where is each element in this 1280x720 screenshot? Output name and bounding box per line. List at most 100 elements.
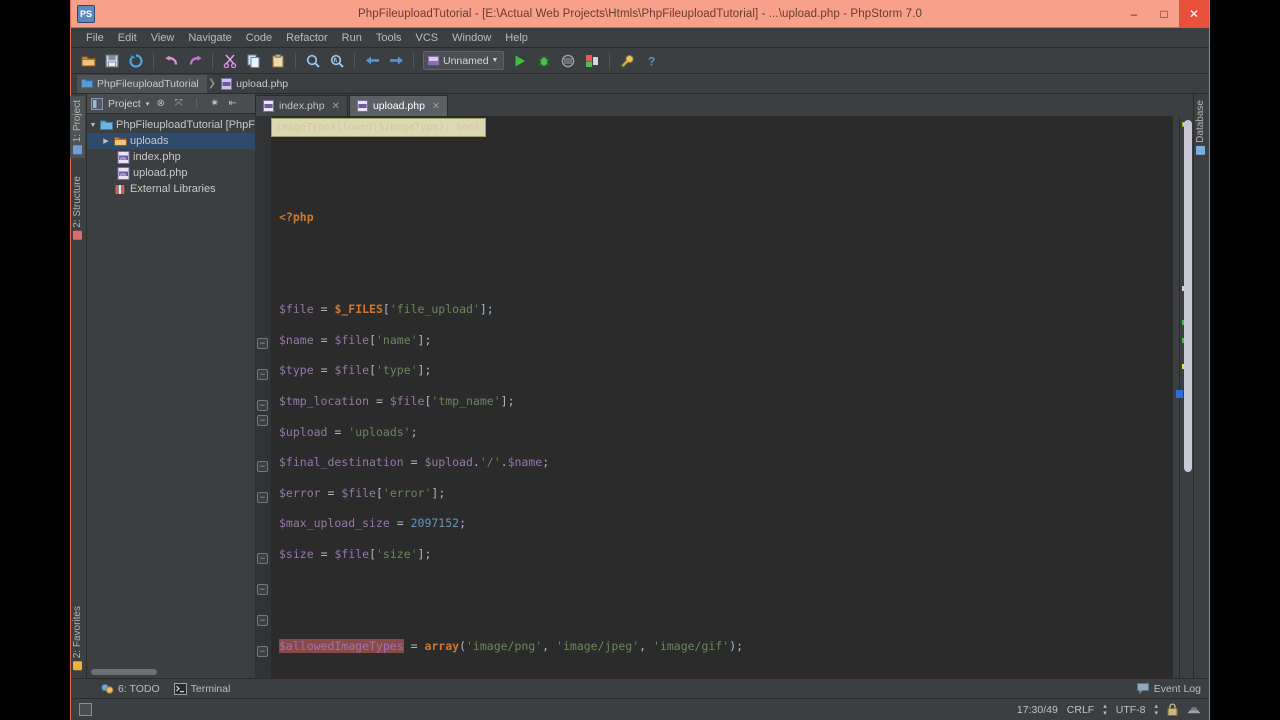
debug-icon[interactable] bbox=[533, 50, 555, 72]
title-bar: PS PhpFileuploadTutorial - [E:\Actual We… bbox=[71, 0, 1209, 28]
open-folder-icon[interactable] bbox=[77, 50, 99, 72]
close-icon[interactable]: ✕ bbox=[332, 101, 340, 112]
error-stripe[interactable] bbox=[1176, 116, 1193, 678]
event-log-icon bbox=[1136, 683, 1149, 694]
tool-window-todo[interactable]: 6: TODO bbox=[101, 683, 160, 695]
menu-window[interactable]: Window bbox=[445, 30, 498, 46]
tab-index-php[interactable]: index.php ✕ bbox=[255, 95, 348, 116]
line-separator[interactable]: CRLF bbox=[1067, 704, 1094, 716]
redo-icon[interactable] bbox=[184, 50, 206, 72]
coverage-icon[interactable] bbox=[557, 50, 579, 72]
find-icon[interactable] bbox=[302, 50, 324, 72]
fold-marker[interactable]: − bbox=[257, 415, 268, 426]
stripe-marker-selection[interactable] bbox=[1176, 390, 1183, 398]
profile-icon[interactable] bbox=[581, 50, 603, 72]
cut-icon[interactable] bbox=[219, 50, 241, 72]
status-bar-right: 17:30/49 CRLF ▴ ▾ UTF-8 ▴ ▾ bbox=[1017, 703, 1201, 717]
menu-bar: File Edit View Navigate Code Refactor Ru… bbox=[71, 28, 1209, 48]
left-tool-strip: 1: Project 2: Structure 2: Favorites bbox=[70, 94, 87, 678]
settings-gear-icon[interactable]: ✷ bbox=[208, 97, 221, 110]
encoding-spinner[interactable]: ▴ ▾ bbox=[1154, 703, 1158, 717]
caret-position[interactable]: 17:30/49 bbox=[1017, 704, 1058, 716]
project-panel-header: Project ▾ ⊗ ⤧ | ✷ ⇤ bbox=[87, 94, 255, 114]
tree-node-upload-php[interactable]: php upload.php bbox=[87, 165, 255, 181]
fold-marker[interactable]: − bbox=[257, 584, 268, 595]
fold-marker[interactable]: − bbox=[257, 400, 268, 411]
right-tool-strip: Database bbox=[1193, 94, 1209, 678]
menu-navigate[interactable]: Navigate bbox=[181, 30, 238, 46]
menu-edit[interactable]: Edit bbox=[111, 30, 144, 46]
menu-refactor[interactable]: Refactor bbox=[279, 30, 335, 46]
undo-icon[interactable] bbox=[160, 50, 182, 72]
sidebar-item-project[interactable]: 1: Project bbox=[70, 96, 85, 159]
event-log-button[interactable]: Event Log bbox=[1136, 683, 1209, 695]
breadcrumb-item-file[interactable]: upload.php bbox=[217, 75, 296, 93]
php-file-icon bbox=[263, 100, 274, 112]
close-icon[interactable]: ✕ bbox=[432, 101, 440, 112]
fold-marker[interactable]: − bbox=[257, 338, 268, 349]
save-all-icon[interactable] bbox=[101, 50, 123, 72]
tool-window-terminal[interactable]: Terminal bbox=[173, 682, 231, 695]
tree-twisty[interactable]: ▶ bbox=[101, 137, 111, 145]
sidebar-item-database[interactable]: Database bbox=[1193, 96, 1208, 159]
menu-tools[interactable]: Tools bbox=[369, 30, 409, 46]
project-panel-scrollbar[interactable] bbox=[91, 669, 157, 675]
fold-marker[interactable]: − bbox=[257, 369, 268, 380]
fold-marker[interactable]: − bbox=[257, 646, 268, 657]
breadcrumb-label: upload.php bbox=[236, 77, 289, 90]
editor-vertical-scrollbar[interactable] bbox=[1184, 120, 1192, 472]
help-icon[interactable]: ? bbox=[640, 50, 662, 72]
menu-view[interactable]: View bbox=[144, 30, 182, 46]
sidebar-item-favorites[interactable]: 2: Favorites bbox=[70, 602, 85, 674]
menu-vcs[interactable]: VCS bbox=[409, 30, 446, 46]
menu-code[interactable]: Code bbox=[239, 30, 279, 46]
code-text[interactable]: imageTypeAllowed($imageType): bool <?php… bbox=[271, 116, 1173, 678]
structure-tab-icon bbox=[73, 230, 82, 240]
lock-icon[interactable] bbox=[1167, 703, 1178, 716]
memory-indicator[interactable] bbox=[79, 703, 92, 716]
project-tree: ▼ PhpFileuploadTutorial [PhpF ▶ uploads … bbox=[87, 114, 255, 678]
phpstorm-window: PS PhpFileuploadTutorial - [E:\Actual We… bbox=[70, 0, 1210, 720]
fold-marker[interactable]: − bbox=[257, 553, 268, 564]
run-configuration-selector[interactable]: Unnamed ▼ bbox=[423, 51, 505, 70]
panel-divider: | bbox=[195, 98, 198, 109]
settings-icon[interactable] bbox=[616, 50, 638, 72]
toolbar-separator bbox=[609, 52, 611, 69]
tree-twisty[interactable]: ▼ bbox=[89, 122, 97, 129]
breadcrumb-item-project[interactable]: PhpFileuploadTutorial bbox=[77, 74, 207, 93]
file-encoding[interactable]: UTF-8 bbox=[1116, 704, 1146, 716]
editor-gutter[interactable]: − − − − − − − − − − bbox=[255, 116, 271, 678]
back-icon[interactable] bbox=[361, 50, 383, 72]
menu-file[interactable]: File bbox=[79, 30, 111, 46]
collapse-all-icon[interactable]: ⊗ bbox=[154, 97, 167, 110]
sidebar-item-structure[interactable]: 2: Structure bbox=[70, 172, 85, 244]
menu-run[interactable]: Run bbox=[335, 30, 369, 46]
hide-panel-icon[interactable]: ⇤ bbox=[226, 97, 239, 110]
line-separator-spinner[interactable]: ▴ ▾ bbox=[1103, 703, 1107, 717]
tab-upload-php[interactable]: upload.php ✕ bbox=[348, 95, 449, 116]
forward-icon[interactable] bbox=[385, 50, 407, 72]
copy-icon[interactable] bbox=[243, 50, 265, 72]
scroll-from-source-icon[interactable]: ⤧ bbox=[172, 97, 185, 110]
tree-node-external-libraries[interactable]: External Libraries bbox=[87, 181, 255, 197]
bottom-item-label: Terminal bbox=[190, 682, 231, 695]
fold-marker[interactable]: − bbox=[257, 492, 268, 503]
letterbox-left bbox=[0, 0, 70, 720]
database-icon bbox=[1196, 145, 1205, 155]
fold-marker[interactable]: − bbox=[257, 461, 268, 472]
menu-help[interactable]: Help bbox=[498, 30, 535, 46]
tree-node-project-root[interactable]: ▼ PhpFileuploadTutorial [PhpF bbox=[87, 117, 255, 133]
fold-marker[interactable]: − bbox=[257, 615, 268, 626]
project-panel-title: Project bbox=[108, 97, 141, 110]
paste-icon[interactable] bbox=[267, 50, 289, 72]
inspection-hat-icon[interactable] bbox=[1187, 703, 1201, 716]
chevron-down-icon[interactable]: ▾ bbox=[146, 100, 150, 108]
sync-refresh-icon[interactable] bbox=[125, 50, 147, 72]
tree-node-index-php[interactable]: php index.php bbox=[87, 149, 255, 165]
run-icon[interactable] bbox=[509, 50, 531, 72]
sidebar-item-label: 2: Structure bbox=[72, 176, 83, 228]
tree-node-uploads[interactable]: ▶ uploads bbox=[87, 133, 255, 149]
code-editor[interactable]: − − − − − − − − − − imageTypeAllowed($im… bbox=[255, 116, 1193, 678]
replace-icon[interactable] bbox=[326, 50, 348, 72]
status-bar: 17:30/49 CRLF ▴ ▾ UTF-8 ▴ ▾ bbox=[71, 698, 1209, 720]
